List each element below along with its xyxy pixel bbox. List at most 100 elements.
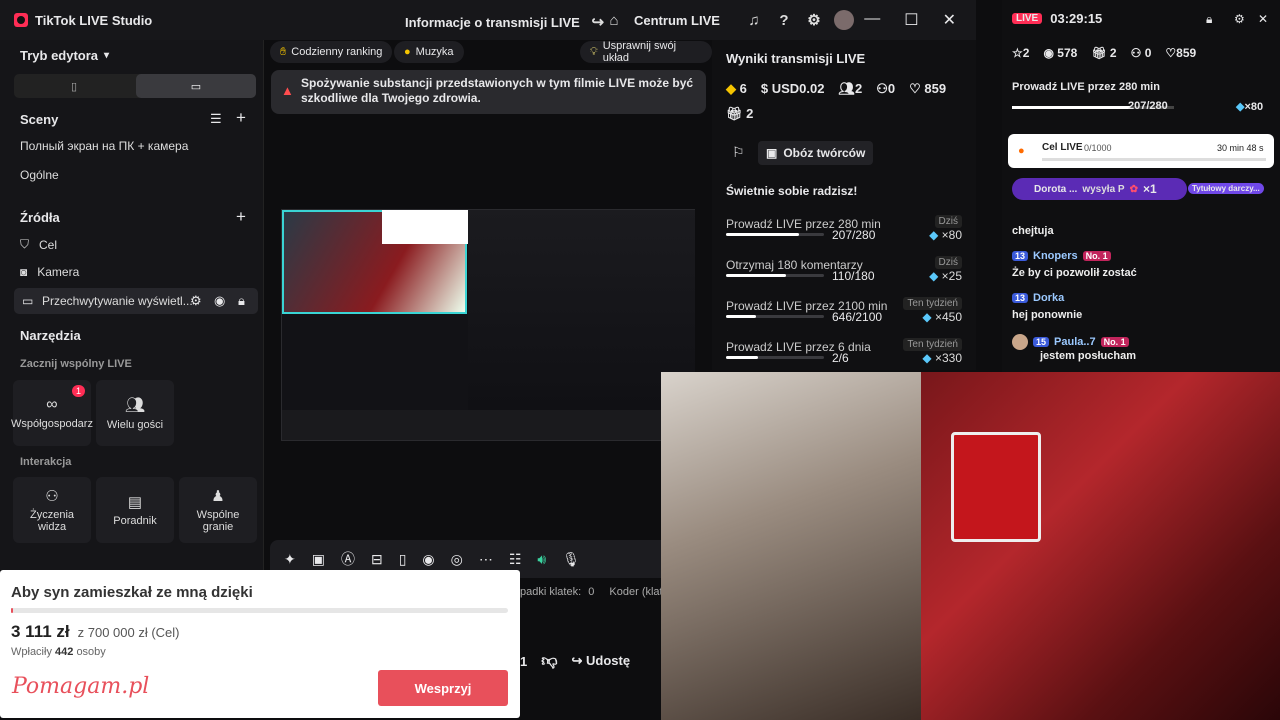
donation-progress xyxy=(11,608,508,613)
heart-icon: ♡ xyxy=(909,81,921,96)
sliders-icon[interactable]: ☷ xyxy=(509,551,522,568)
ai-icon[interactable]: Ⓐ xyxy=(341,549,355,569)
target-icon[interactable]: ◎ xyxy=(451,551,463,568)
fire-icon: ● xyxy=(1018,145,1025,157)
goal-item: Prowadź LIVE przez 2100 min Ten tydzień … xyxy=(726,297,962,329)
content-warning-banner: ▲ Spożywanie substancji przedstawionych … xyxy=(271,70,706,114)
gear-icon[interactable]: ⚙ xyxy=(1234,12,1245,26)
bell-icon[interactable]: ♫ xyxy=(744,10,764,30)
source-label: Przechwytywanie wyświetl... xyxy=(42,294,193,308)
goal-progress-fill xyxy=(726,274,786,277)
help-icon[interactable]: ? xyxy=(774,10,794,30)
goal-tag: Dziś xyxy=(934,256,962,269)
results-title: Wyniki transmisji LIVE xyxy=(726,51,866,66)
scenes-title: Sceny xyxy=(20,112,59,127)
chat-message: 13 Knopers No. 1 xyxy=(1012,250,1111,262)
settings-icon[interactable]: ⚙ xyxy=(190,293,202,309)
landscape-mode-button[interactable]: ▭ xyxy=(136,74,256,98)
eye-icon[interactable]: ◉ xyxy=(214,293,225,309)
ranking-label: Codzienny ranking xyxy=(291,46,383,58)
music-icon: ● xyxy=(404,46,411,58)
scene-item[interactable]: Ogólne xyxy=(20,168,59,182)
landscape-icon: ▭ xyxy=(190,80,202,93)
daily-ranking-button[interactable]: ✋︎ Codzienny ranking xyxy=(270,41,393,63)
improve-layout-button[interactable]: 💡︎ Usprawnij swój układ xyxy=(580,40,712,64)
maximize-icon[interactable]: ☐ xyxy=(904,10,918,30)
goal-progress xyxy=(726,233,824,236)
magic-icon[interactable]: ✦ xyxy=(284,551,296,568)
goal-reward: ◆ ×80 xyxy=(929,228,962,242)
caption-icon[interactable]: ⊟ xyxy=(371,551,383,568)
goal-reward: ◆ ×25 xyxy=(929,269,962,283)
volume-icon[interactable]: 🔊︎ xyxy=(537,551,546,568)
goal-value: 207/280 xyxy=(832,228,876,242)
live-center-button[interactable]: Centrum LIVE xyxy=(634,13,720,28)
diamond-stat: ◆ 6 xyxy=(726,81,747,97)
scene-item[interactable]: Полный экран на ПК + камера xyxy=(20,139,188,153)
layout-icon[interactable]: ▣ xyxy=(312,551,325,568)
guide-button[interactable]: ▤ Poradnik xyxy=(96,477,174,543)
source-item-screen-capture[interactable]: ▭ Przechwytywanie wyświetl... ⚙ ◉ 🔒︎ xyxy=(14,288,258,314)
diamond-icon: ◆ xyxy=(929,228,939,242)
phone-icon[interactable]: ▯ xyxy=(399,551,407,568)
camp-label: Obóz twórców xyxy=(783,146,866,160)
mic-icon[interactable]: 🎙︎ xyxy=(562,551,580,568)
broadcast-info-button[interactable]: Informacje o transmisji LIVE ↪ xyxy=(405,12,608,32)
share-button[interactable]: ↪ Udostę xyxy=(571,653,630,669)
cohost-badge: 1 xyxy=(72,385,86,397)
reward-value: ×80 xyxy=(941,228,962,242)
gifts-value: 2 xyxy=(746,106,754,121)
list-icon[interactable]: ☰ xyxy=(210,111,222,127)
close-icon[interactable]: ✕ xyxy=(1258,12,1268,26)
chat-user: Knopers xyxy=(1033,250,1078,262)
polish-emblem xyxy=(951,432,1041,542)
add-source-icon[interactable]: + xyxy=(236,207,246,227)
portrait-mode-button[interactable]: ▯ xyxy=(14,74,134,98)
lock-icon[interactable]: 🔒︎ xyxy=(238,293,245,309)
status-line: padki klatek: 0 Koder (klatki/s xyxy=(520,586,679,598)
stars-value: 2 xyxy=(1022,46,1030,60)
record-icon[interactable]: ◉ xyxy=(422,551,434,568)
minimize-icon[interactable]: — xyxy=(864,10,880,30)
lock-icon[interactable]: 🔒︎ xyxy=(1206,12,1212,27)
followers-stat: ⚇0 xyxy=(876,81,895,97)
pomagam-logo: Pomagam.pl xyxy=(12,674,150,699)
music-button[interactable]: ● Muzyka xyxy=(394,41,464,63)
chat-goal-fill xyxy=(1012,106,1130,109)
joint-play-button[interactable]: ♟ Wspólne granie xyxy=(179,477,257,543)
tools-title: Narzędzia xyxy=(20,328,81,343)
source-item-goal[interactable]: ⛉ Cel xyxy=(20,237,57,252)
person-image xyxy=(661,372,921,720)
editor-mode-dropdown[interactable]: Tryb edytora ▾ xyxy=(20,48,109,63)
tiktok-logo-icon xyxy=(14,13,28,27)
gear-icon[interactable]: ⚙ xyxy=(804,10,824,30)
more-icon[interactable]: ⋯ xyxy=(479,551,493,568)
creator-camp-button[interactable]: ▣ Obóz twórców xyxy=(758,141,874,165)
likes-value: 859 xyxy=(924,81,947,96)
stream-preview[interactable] xyxy=(281,209,695,441)
chat-user: Paula..7 xyxy=(1054,336,1096,348)
multi-guest-button[interactable]: 👥︎ Wielu gości xyxy=(96,380,174,446)
support-button[interactable]: Wesprzyj xyxy=(378,670,508,706)
live-results-panel: Wyniki transmisji LIVE ◆ 6 $ USD0.02 👥︎2… xyxy=(712,40,976,370)
goal-value: 110/180 xyxy=(832,269,875,283)
frames-value: 0 xyxy=(588,586,595,598)
music-label: Muzyka xyxy=(415,46,454,58)
goal-value: 2/6 xyxy=(832,351,849,365)
close-icon[interactable]: ✕ xyxy=(943,10,956,30)
gift-tag: Tytułowy darczy... xyxy=(1188,183,1264,194)
share-icon: ↪ xyxy=(571,653,583,668)
avatar[interactable] xyxy=(833,10,854,30)
usd-stat: $ USD0.02 xyxy=(761,81,825,97)
dislike-icon[interactable]: 👎︎ xyxy=(541,652,557,671)
add-scene-icon[interactable]: + xyxy=(236,108,246,128)
viewer-wishes-button[interactable]: ⚇ Życzenia widza xyxy=(13,477,91,543)
book-icon: ▤ xyxy=(127,494,143,511)
link-icon: ∞ xyxy=(46,396,58,413)
user-edit-icon[interactable]: ⚐ xyxy=(732,144,745,161)
chat-message-text: Że by ci pozwolił zostać xyxy=(1012,267,1137,279)
source-item-camera[interactable]: ◙ Kamera xyxy=(20,265,79,279)
reward-value: ×330 xyxy=(934,351,962,365)
source-label: Kamera xyxy=(37,265,80,279)
gifts-stat: 🎁︎ 2 xyxy=(1091,46,1116,60)
